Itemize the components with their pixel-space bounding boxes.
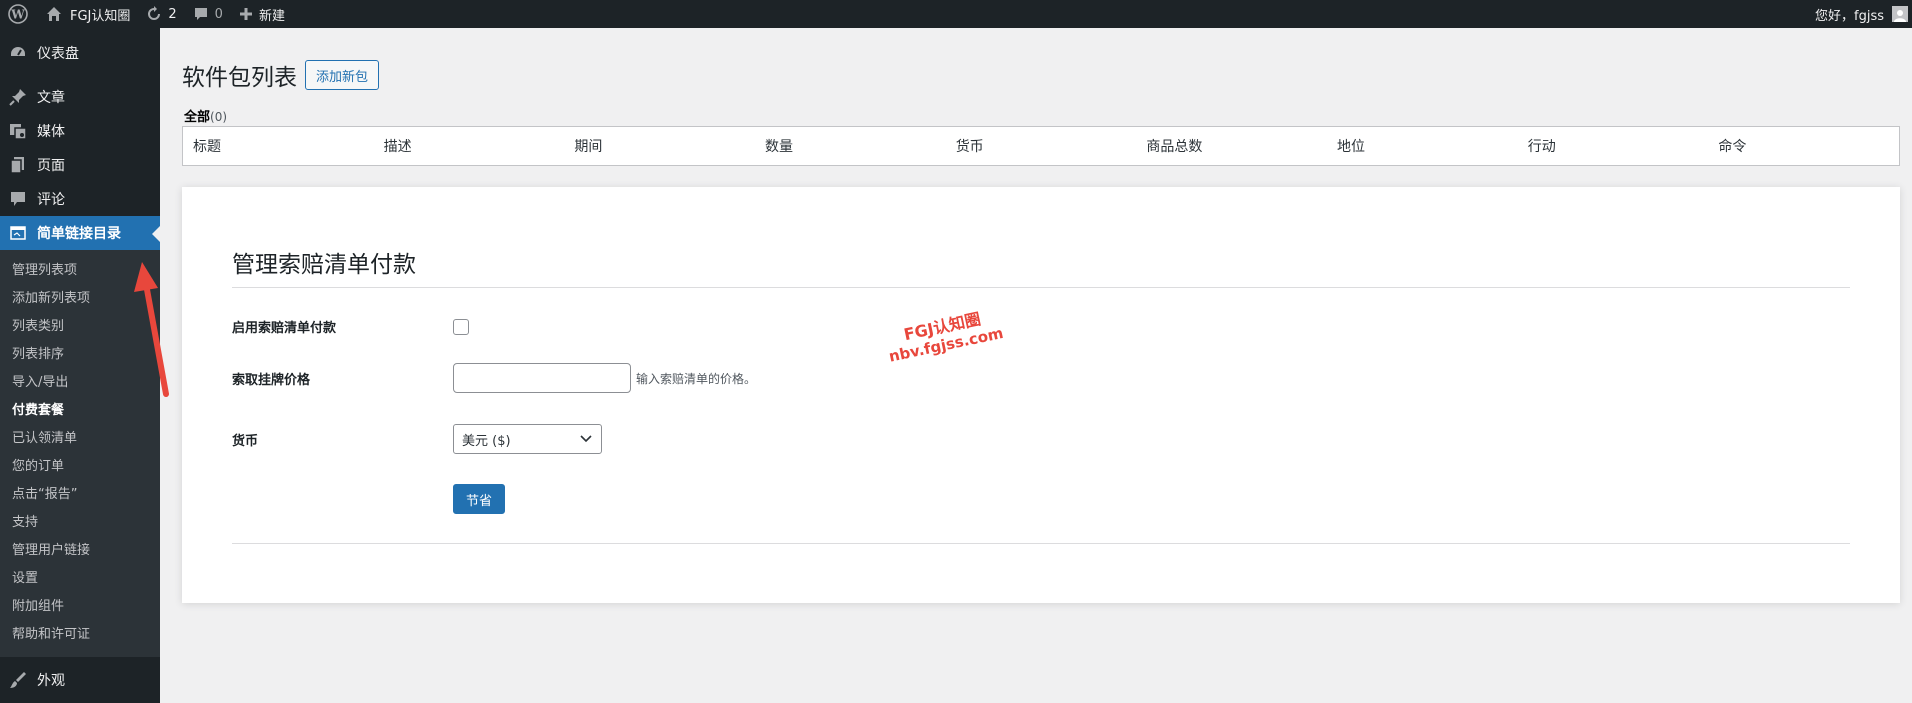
menu-item-label: 文章	[37, 90, 65, 106]
currency-row: 货币 美元 ($)	[232, 424, 602, 454]
column-header-description: 描述	[383, 139, 412, 155]
submenu-item-settings[interactable]: 设置	[0, 565, 160, 593]
menu-item-label: 仪表盘	[37, 46, 79, 62]
column-header-order: 命令	[1718, 139, 1747, 155]
currency-label: 货币	[232, 433, 259, 449]
submenu-item-claimed-listings[interactable]: 已认领清单	[0, 425, 160, 453]
column-header-title: 标题	[193, 139, 221, 155]
page-icon	[9, 156, 27, 174]
updates-count: 2	[168, 6, 177, 22]
wordpress-logo-icon: W	[8, 4, 28, 24]
packages-table-header: 标题 描述 期间 数量 货币 商品总数 地位 行动 命令	[182, 126, 1900, 166]
divider	[232, 287, 1850, 288]
account-menu[interactable]: 您好，fgjss	[1815, 5, 1912, 24]
page-title: 软件包列表	[182, 65, 297, 91]
main-content: 软件包列表 添加新包 全部(0) 标题 描述 期间 数量 货币 商品总数 地位 …	[160, 28, 1912, 703]
new-content-link[interactable]: 新建	[231, 0, 293, 28]
home-icon	[47, 7, 61, 21]
site-name-link[interactable]: FGJ认知圈	[38, 0, 138, 28]
column-header-status: 地位	[1337, 139, 1366, 155]
menu-item-appearance[interactable]: 外观	[0, 663, 160, 697]
currency-select[interactable]: 美元 ($)	[453, 424, 602, 454]
claim-price-description: 输入索赔清单的价格。	[636, 371, 757, 386]
menu-item-label: 页面	[37, 158, 65, 174]
menu-item-label: 媒体	[37, 124, 65, 140]
enable-claim-payment-checkbox[interactable]	[453, 318, 469, 335]
pin-icon	[9, 88, 27, 106]
submenu-item-help-license[interactable]: 帮助和许可证	[0, 621, 160, 649]
save-row: 节省	[232, 484, 506, 514]
submenu-item-addons[interactable]: 附加组件	[0, 593, 160, 621]
submenu-item-click-report[interactable]: 点击“报告”	[0, 481, 160, 509]
comments-link[interactable]: 0	[185, 0, 231, 28]
svg-text:W: W	[10, 8, 25, 22]
updates-link[interactable]: 2	[138, 0, 184, 28]
updates-icon	[148, 6, 161, 20]
directory-icon	[9, 224, 27, 242]
claim-price-input[interactable]	[453, 363, 631, 393]
save-button[interactable]: 节省	[453, 484, 506, 514]
user-avatar-icon	[1894, 10, 1906, 22]
new-label: 新建	[258, 8, 285, 24]
menu-item-pages[interactable]: 页面	[0, 148, 160, 182]
enable-claim-payment-label: 启用索赔清单付款	[232, 321, 337, 336]
greeting: 您好，fgjss	[1815, 8, 1884, 24]
menu-item-media[interactable]: 媒体	[0, 114, 160, 148]
claim-price-row: 索取挂牌价格 输入索赔清单的价格。	[232, 363, 756, 393]
submenu-item-your-orders[interactable]: 您的订单	[0, 453, 160, 481]
submenu-item-user-links[interactable]: 管理用户链接	[0, 537, 160, 565]
menu-item-comments[interactable]: 评论	[0, 182, 160, 216]
currency-selected-value: 美元 ($)	[462, 433, 511, 449]
menu-item-posts[interactable]: 文章	[0, 80, 160, 114]
add-new-package-button[interactable]: 添加新包	[305, 60, 380, 90]
filter-all-link[interactable]: 全部	[184, 110, 210, 125]
settings-title: 管理索赔清单付款	[232, 252, 416, 278]
page-heading: 软件包列表 添加新包	[182, 58, 380, 92]
divider	[232, 543, 1850, 544]
admin-bar: W FGJ认知圈 2 0 新建 您好，fgjss	[0, 0, 1912, 28]
comments-count: 0	[214, 6, 223, 22]
avatar	[1892, 6, 1908, 22]
claim-payment-settings-card: 管理索赔清单付款 启用索赔清单付款 索取挂牌价格 输入索赔清单的价格。 货币 美…	[182, 187, 1900, 603]
column-header-quantity: 数量	[765, 139, 794, 155]
menu-item-directory[interactable]: 简单链接目录	[0, 216, 160, 250]
chevron-down-icon	[580, 435, 592, 443]
media-icon	[9, 122, 27, 140]
menu-item-dashboard[interactable]: 仪表盘	[0, 36, 160, 70]
comment-icon	[9, 190, 27, 208]
enable-claim-payment-row: 启用索赔清单付款	[232, 317, 469, 336]
column-header-total: 商品总数	[1146, 139, 1203, 155]
menu-item-label: 评论	[37, 192, 65, 208]
menu-item-label: 外观	[37, 673, 65, 689]
view-filter: 全部(0)	[184, 106, 227, 125]
submenu-item-support[interactable]: 支持	[0, 509, 160, 537]
filter-all-count: (0)	[210, 110, 228, 124]
wordpress-logo-button[interactable]: W	[0, 0, 38, 28]
column-header-currency: 货币	[955, 139, 984, 155]
claim-price-label: 索取挂牌价格	[232, 372, 311, 388]
comment-icon	[194, 8, 207, 20]
menu-item-label: 简单链接目录	[37, 226, 121, 242]
column-header-actions: 行动	[1527, 139, 1556, 155]
annotation-arrow-icon	[134, 262, 169, 397]
site-name: FGJ认知圈	[70, 8, 131, 24]
dashboard-icon	[9, 44, 27, 62]
column-header-period: 期间	[574, 139, 603, 155]
paintbrush-icon	[9, 671, 27, 689]
plus-icon	[239, 8, 252, 20]
